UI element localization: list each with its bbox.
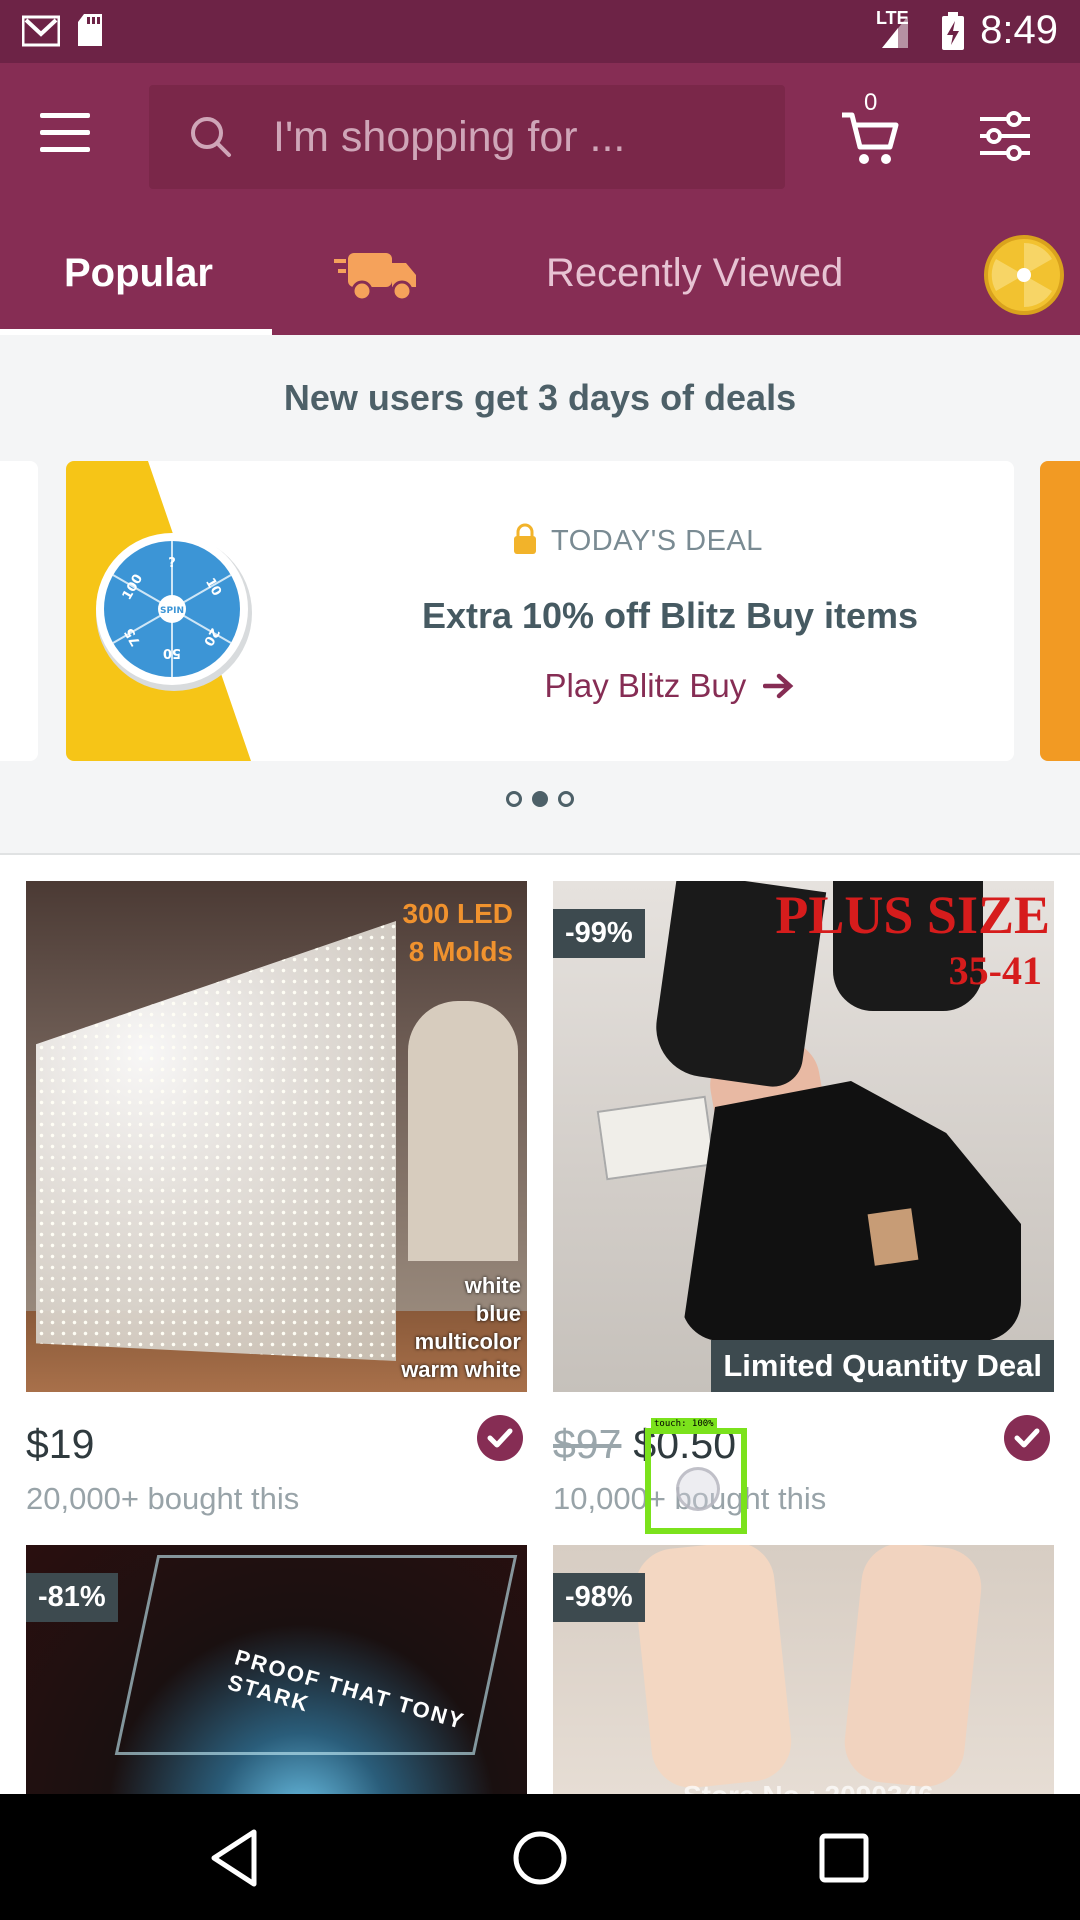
carousel-dot[interactable] xyxy=(506,791,522,807)
todays-deal-card[interactable]: SPIN ? 10 20 50 75 100 TODAY'S DEAL Extr… xyxy=(66,461,1014,761)
app-screen: LTE 8:49 0 xyxy=(0,0,1080,1920)
verified-check-icon xyxy=(477,1415,523,1461)
product-image[interactable]: 300 LED 8 Molds white blue multicolor wa… xyxy=(26,881,527,1392)
discount-badge: -98% xyxy=(553,1573,645,1622)
home-icon[interactable] xyxy=(506,1824,574,1892)
recents-icon[interactable] xyxy=(810,1824,878,1892)
discount-badge: -99% xyxy=(553,909,645,958)
sd-card-icon xyxy=(78,14,102,46)
touch-point xyxy=(676,1467,720,1511)
product-image-caption: 300 LED 8 Molds xyxy=(402,898,514,967)
app-bar: 0 xyxy=(0,63,1080,211)
touch-indicator: touch: 100% xyxy=(645,1418,747,1534)
tab-bar: Popular Recently Viewed xyxy=(0,211,1080,335)
signal-icon xyxy=(882,16,908,48)
deal-eyebrow: TODAY'S DEAL xyxy=(551,525,763,557)
back-icon[interactable] xyxy=(202,1824,270,1892)
wheel-icon[interactable] xyxy=(984,235,1064,315)
carousel-dot[interactable] xyxy=(558,791,574,807)
touch-indicator-label: touch: 100% xyxy=(651,1418,717,1430)
tab-shipping[interactable] xyxy=(334,247,420,308)
gmail-icon xyxy=(22,15,60,47)
lock-icon xyxy=(514,523,536,554)
system-nav-bar xyxy=(0,1794,1080,1920)
product-image[interactable]: PROOF THAT TONY STARK -81% xyxy=(26,1545,527,1794)
status-bar: LTE 8:49 xyxy=(0,0,1080,63)
truck-icon xyxy=(334,253,416,302)
battery-charging-icon xyxy=(942,12,964,50)
product-image-colors: white blue multicolor warm white xyxy=(401,1273,521,1382)
verified-check-icon xyxy=(1004,1415,1050,1461)
product-image[interactable]: PLUS SIZE 35-41 Limited Quantity Deal -9… xyxy=(553,881,1054,1392)
filter-sliders-icon[interactable] xyxy=(978,111,1032,161)
product-image-caption: PLUS SIZE xyxy=(775,885,1050,945)
hamburger-menu-icon[interactable] xyxy=(40,113,94,157)
product-image[interactable]: Store No.: 2090346 -98% xyxy=(553,1545,1054,1794)
product-image-watermark: Store No.: 2090346 xyxy=(683,1780,934,1794)
wheel-label-question: ? xyxy=(168,556,176,571)
wheel-segments xyxy=(991,242,1052,308)
promo-title: New users get 3 days of deals xyxy=(283,377,797,418)
deal-headline: Extra 10% off Blitz Buy items xyxy=(421,595,919,636)
discount-badge: -81% xyxy=(26,1573,118,1622)
limited-quantity-banner: Limited Quantity Deal xyxy=(711,1340,1054,1392)
cart-button[interactable]: 0 xyxy=(840,89,904,169)
cart-icon xyxy=(842,112,899,164)
promo-section: New users get 3 days of deals SPIN ? 10 … xyxy=(0,335,1080,855)
arrow-right-icon xyxy=(763,673,794,699)
search-icon xyxy=(191,117,231,157)
play-blitz-buy-link[interactable]: Play Blitz Buy xyxy=(66,667,1014,705)
carousel-dots xyxy=(0,791,1080,812)
original-price: $97 xyxy=(553,1421,622,1467)
clock: 8:49 xyxy=(980,8,1058,52)
product-price: $19 xyxy=(26,1421,94,1468)
product-sold-count: 20,000+ bought this xyxy=(26,1481,300,1516)
section-divider xyxy=(0,853,1080,855)
carousel-card-next[interactable] xyxy=(1040,461,1080,761)
tab-recently-viewed[interactable]: Recently Viewed xyxy=(546,251,843,296)
product-image-sizes: 35-41 xyxy=(948,948,1042,993)
search-input[interactable] xyxy=(273,109,763,165)
play-blitz-buy-label: Play Blitz Buy xyxy=(544,667,747,704)
current-price: $19 xyxy=(26,1421,95,1467)
tab-popular[interactable]: Popular xyxy=(64,251,213,296)
carousel-dot-active[interactable] xyxy=(532,791,548,807)
carousel-card-previous[interactable] xyxy=(0,461,38,761)
search-bar[interactable] xyxy=(149,85,785,189)
wheel-label-50: 50 xyxy=(163,645,181,660)
